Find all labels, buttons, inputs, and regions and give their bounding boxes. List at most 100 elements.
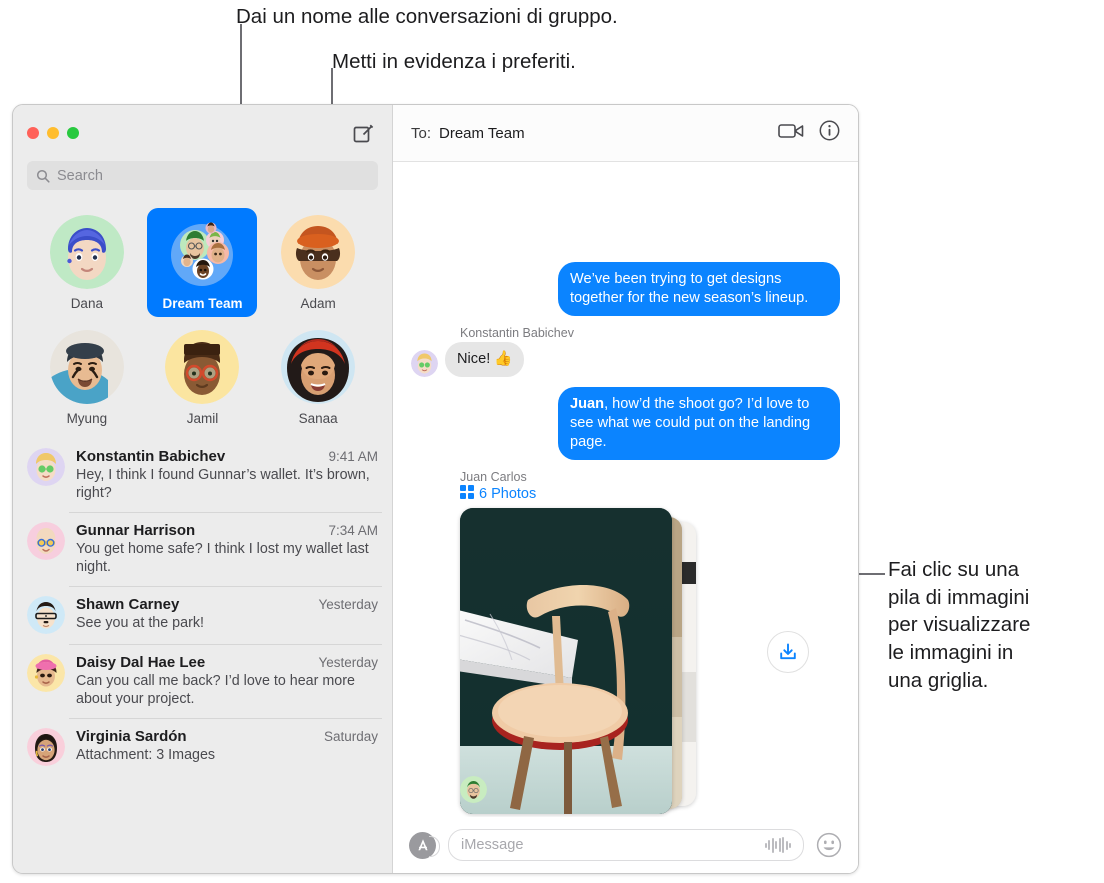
message-row-outgoing: We’ve been trying to get designs togethe… <box>411 262 840 316</box>
conversation-name: Gunnar Harrison <box>76 522 196 539</box>
compose-icon[interactable] <box>352 123 374 145</box>
pinned-label: Sanaa <box>298 411 338 426</box>
avatar-konstantin-small <box>411 349 438 377</box>
pinned-label: Dream Team <box>162 296 243 311</box>
callout-pin-favorites: Metti in evidenza i preferiti. <box>332 50 576 73</box>
messages-window: Search Dana Dream Team Adam Myung Jamil … <box>12 104 859 874</box>
conversation-time: Yesterday <box>318 655 378 670</box>
conversation-header: Virginia Sardón Saturday <box>76 728 378 745</box>
conversation-preview: Can you call me back? I’d love to hear m… <box>76 673 355 707</box>
photo-count-row[interactable]: 6 Photos <box>460 484 840 504</box>
search-container: Search <box>13 161 392 200</box>
conversation-time: 7:34 AM <box>328 523 378 538</box>
recipient-name[interactable]: Dream Team <box>439 125 525 142</box>
pinned-conversations: Dana Dream Team Adam Myung Jamil Sanaa <box>13 200 392 438</box>
imessage-input[interactable]: iMessage <box>448 829 804 861</box>
conversation-body: Daisy Dal Hae Lee Yesterday Can you call… <box>76 654 378 708</box>
conversation-preview: See you at the park! <box>76 615 204 631</box>
conversation-row-konstantin[interactable]: Konstantin Babichev 9:41 AM Hey, I think… <box>13 438 392 512</box>
photo-count-label: 6 Photos <box>479 486 537 503</box>
avatar-myung <box>49 330 124 404</box>
header-actions <box>778 120 840 146</box>
pinned-item-myung[interactable]: Myung <box>32 323 142 432</box>
pinned-item-dream-team[interactable]: Dream Team <box>147 208 258 317</box>
conversation-name: Konstantin Babichev <box>76 448 226 465</box>
search-input[interactable]: Search <box>27 161 378 190</box>
minimize-button[interactable] <box>47 127 59 139</box>
photo-stack-card-front[interactable] <box>460 507 672 814</box>
attachment-sender-name: Juan Carlos <box>460 469 527 484</box>
message-bubble-outgoing[interactable]: We’ve been trying to get designs togethe… <box>558 262 840 316</box>
search-icon <box>36 169 50 183</box>
titlebar <box>13 105 392 161</box>
compose-bar: iMessage <box>393 817 858 873</box>
conversation-header: Shawn Carney Yesterday <box>76 596 378 613</box>
avatar-juan-small <box>460 775 487 803</box>
callout-photo-stack: Fai clic su una pila di immagini per vis… <box>888 558 1031 692</box>
conversation-time: Yesterday <box>318 597 378 612</box>
conversation-row-gunnar[interactable]: Gunnar Harrison 7:34 AM You get home saf… <box>13 512 392 586</box>
conversation-header: Konstantin Babichev 9:41 AM <box>76 448 378 465</box>
conversation-body: Shawn Carney Yesterday See you at the pa… <box>76 596 378 634</box>
conversation-time: Saturday <box>323 729 378 744</box>
pinned-item-sanaa[interactable]: Sanaa <box>263 323 373 432</box>
avatar-dream-team-group <box>165 215 239 289</box>
callout-group-name: Dai un nome alle conversazioni di gruppo… <box>236 5 618 28</box>
sidebar: Search Dana Dream Team Adam Myung Jamil … <box>13 105 392 873</box>
avatar-shawn <box>27 596 65 634</box>
to-label: To: <box>411 124 432 142</box>
conversation-name: Shawn Carney <box>76 596 180 613</box>
save-download-icon[interactable] <box>767 630 809 673</box>
conversation-list: Konstantin Babichev 9:41 AM Hey, I think… <box>13 438 392 873</box>
message-row-outgoing-mention: Juan, how’d the shoot go? I’d love to se… <box>411 386 840 460</box>
photo-grid-icon <box>460 484 474 504</box>
pinned-item-dana[interactable]: Dana <box>32 208 142 317</box>
mention-juan: Juan <box>570 395 605 412</box>
conversation-preview: Attachment: 3 Images <box>76 747 216 763</box>
message-bubble-incoming[interactable]: Nice! 👍 <box>445 341 525 377</box>
avatar-konstantin <box>27 448 65 486</box>
conversation-header: Gunnar Harrison 7:34 AM <box>76 522 378 539</box>
emoji-smiley-icon[interactable] <box>816 832 842 858</box>
close-button[interactable] <box>27 127 39 139</box>
thread-header: To: Dream Team <box>393 105 858 162</box>
message-bubble-outgoing-mention[interactable]: Juan, how’d the shoot go? I’d love to se… <box>558 386 840 460</box>
pinned-item-jamil[interactable]: Jamil <box>147 323 257 432</box>
app-store-icon[interactable] <box>409 831 440 859</box>
imessage-placeholder: iMessage <box>461 837 524 853</box>
pinned-label: Dana <box>70 296 103 311</box>
conversation-row-daisy[interactable]: Daisy Dal Hae Lee Yesterday Can you call… <box>13 644 392 718</box>
zoom-button[interactable] <box>67 127 79 139</box>
conversation-name: Virginia Sardón <box>76 728 187 745</box>
avatar-virginia <box>27 728 65 766</box>
mention-rest: , how’d the shoot go? I’d love to see wh… <box>570 395 811 450</box>
info-circle-icon[interactable] <box>819 120 840 146</box>
audio-waveform-icon[interactable] <box>764 837 791 853</box>
pinned-label: Adam <box>300 296 336 311</box>
conversation-header: Daisy Dal Hae Lee Yesterday <box>76 654 378 671</box>
conversation-preview: You get home safe? I think I lost my wal… <box>76 541 369 575</box>
pinned-label: Jamil <box>186 411 219 426</box>
conversation-preview: Hey, I think I found Gunnar’s wallet. It… <box>76 467 370 501</box>
conversation-thread: To: Dream Team We’ve been trying to get … <box>392 105 858 873</box>
video-camera-icon[interactable] <box>778 122 804 145</box>
pinned-label: Myung <box>66 411 108 426</box>
message-list: We’ve been trying to get designs togethe… <box>393 162 858 817</box>
conversation-row-virginia[interactable]: Virginia Sardón Saturday Attachment: 3 I… <box>13 718 392 776</box>
message-row-incoming: Nice! 👍 <box>411 341 840 377</box>
conversation-body: Virginia Sardón Saturday Attachment: 3 I… <box>76 728 378 766</box>
avatar-jamil <box>165 330 240 404</box>
conversation-body: Konstantin Babichev 9:41 AM Hey, I think… <box>76 448 378 502</box>
pinned-item-adam[interactable]: Adam <box>263 208 373 317</box>
conversation-time: 9:41 AM <box>328 449 378 464</box>
avatar-gunnar <box>27 522 65 560</box>
avatar-adam <box>281 215 356 289</box>
avatar-daisy <box>27 654 65 692</box>
conversation-row-shawn[interactable]: Shawn Carney Yesterday See you at the pa… <box>13 586 392 644</box>
avatar-sanaa <box>281 330 356 404</box>
conversation-name: Daisy Dal Hae Lee <box>76 654 206 671</box>
window-controls <box>27 127 79 139</box>
photo-stack[interactable] <box>460 507 809 817</box>
avatar-dana <box>49 215 124 289</box>
message-sender-name: Konstantin Babichev <box>460 325 574 340</box>
